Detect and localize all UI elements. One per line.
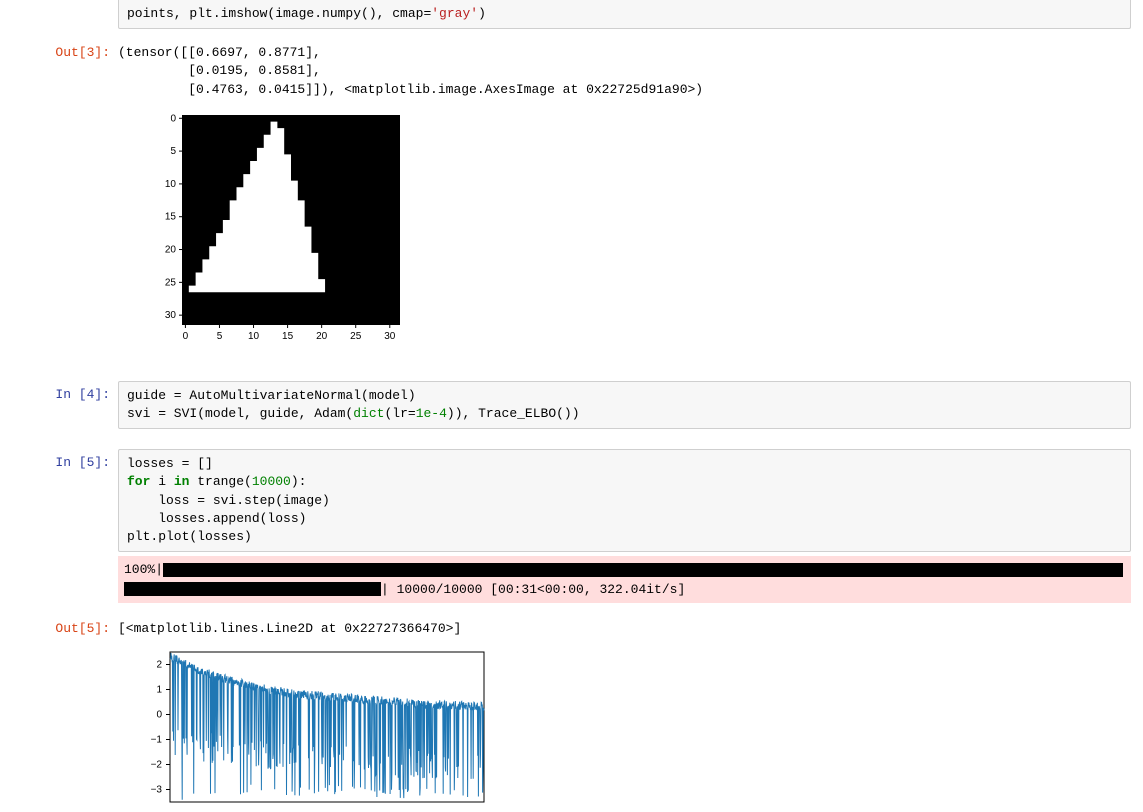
- cell-out3: Out[3]: (tensor([[0.6697, 0.8771], [0.01…: [0, 39, 1143, 365]
- svg-text:30: 30: [384, 331, 396, 342]
- svg-text:−3: −3: [151, 785, 163, 796]
- prompt-in4: In [4]:: [0, 381, 118, 404]
- progress-tail: 10000/10000 [00:31<00:00, 322.04it/s]: [389, 582, 685, 597]
- cell-in4: In [4]: guide = AutoMultivariateNormal(m…: [0, 381, 1143, 433]
- cell-out5: Out[5]: [<matplotlib.lines.Line2D at 0x2…: [0, 615, 1143, 812]
- svg-text:5: 5: [217, 331, 223, 342]
- prompt-in5: In [5]:: [0, 449, 118, 472]
- svg-text:25: 25: [350, 331, 362, 342]
- prompt-out5: Out[5]:: [0, 615, 118, 638]
- svg-text:25: 25: [165, 277, 177, 288]
- out5-loss-plot: −3 −2 −1 0 1 2: [118, 638, 1131, 808]
- code-fragment-top[interactable]: points, plt.imshow(image.numpy(), cmap='…: [118, 0, 1131, 29]
- out3-text: (tensor([[0.6697, 0.8771], [0.0195, 0.85…: [118, 39, 1131, 99]
- svg-text:15: 15: [165, 211, 177, 222]
- code-in5[interactable]: losses = [] for i in trange(10000): loss…: [118, 449, 1131, 552]
- progress-pct: 100%: [124, 562, 155, 577]
- svg-text:−2: −2: [151, 760, 163, 771]
- svg-text:0: 0: [183, 331, 189, 342]
- svg-text:1: 1: [156, 685, 162, 696]
- svg-text:30: 30: [165, 310, 177, 321]
- prompt-empty: [0, 0, 118, 5]
- notebook: points, plt.imshow(image.numpy(), cmap='…: [0, 0, 1143, 812]
- loss-plot-svg: −3 −2 −1 0 1 2: [132, 648, 492, 808]
- code-in4[interactable]: guide = AutoMultivariateNormal(model) sv…: [118, 381, 1131, 429]
- out5-text: [<matplotlib.lines.Line2D at 0x227273664…: [118, 615, 1131, 638]
- svg-text:0: 0: [156, 710, 162, 721]
- svg-text:10: 10: [248, 331, 260, 342]
- triangle-plot-svg: 0 5 10 15 20 25 30 0 5 10 15 20 25 30: [148, 109, 408, 361]
- svg-text:10: 10: [165, 179, 177, 190]
- svg-text:20: 20: [165, 244, 177, 255]
- svg-text:20: 20: [316, 331, 328, 342]
- svg-text:2: 2: [156, 660, 162, 671]
- svg-text:5: 5: [170, 146, 176, 157]
- svg-text:−1: −1: [151, 735, 163, 746]
- cell-in5: In [5]: losses = [] for i in trange(1000…: [0, 449, 1143, 607]
- progress-output: 100%|| 10000/10000 [00:31<00:00, 322.04i…: [118, 556, 1131, 603]
- out3-image-plot: 0 5 10 15 20 25 30 0 5 10 15 20 25 30: [118, 99, 1131, 361]
- svg-text:0: 0: [170, 113, 176, 124]
- svg-text:15: 15: [282, 331, 294, 342]
- prompt-out3: Out[3]:: [0, 39, 118, 62]
- cell-input-partial: points, plt.imshow(image.numpy(), cmap='…: [0, 0, 1143, 33]
